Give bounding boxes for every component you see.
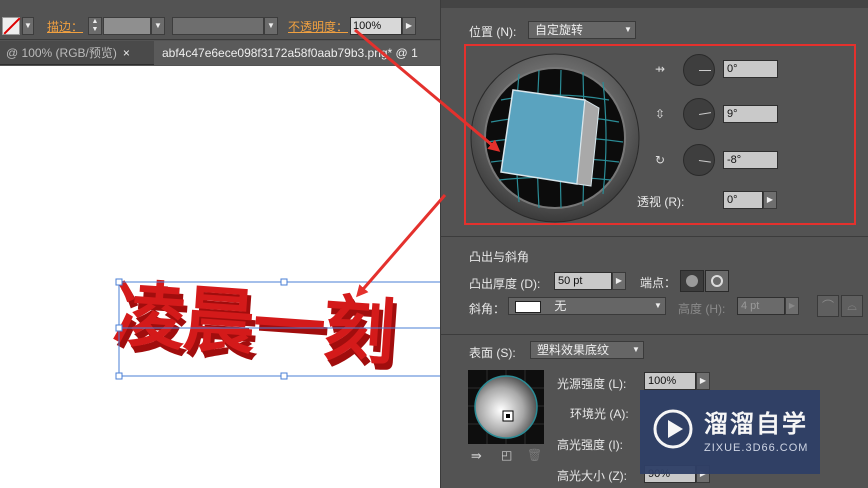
bevel-dropdown[interactable]: 无 ▼	[508, 297, 666, 315]
z-rotation-input[interactable]: -8°	[723, 151, 778, 169]
art-3d-text[interactable]: 凌晨一刻 凌晨一刻	[0, 66, 440, 488]
x-rotation-input[interactable]: 0°	[723, 60, 778, 78]
ambient-light-label: 环境光 (A):	[570, 407, 629, 421]
selection-handle	[115, 278, 123, 286]
selection-handle	[115, 372, 123, 380]
opacity-label[interactable]: 不透明度：	[288, 18, 348, 35]
selection-handle	[280, 372, 288, 380]
light-intensity-input[interactable]: 100%	[644, 372, 696, 390]
artboard-canvas[interactable]: 凌晨一刻 凌晨一刻	[0, 66, 440, 488]
stroke-weight-stepper[interactable]: ▲ ▼	[88, 17, 102, 35]
position-label: 位置 (N):	[469, 25, 517, 39]
profile-dropdown[interactable]: ▼	[264, 17, 278, 35]
tab-document-1[interactable]: @ 100% (RGB/预览) ×	[6, 41, 154, 65]
bevel-out-icon[interactable]: ⌒	[817, 295, 839, 317]
new-light-icon[interactable]: ◰	[501, 448, 512, 462]
cube-front-face	[500, 89, 586, 185]
stroke-weight-field[interactable]	[103, 17, 151, 35]
stroke-swatch[interactable]	[2, 17, 20, 35]
y-rotation-dial[interactable]	[683, 98, 715, 130]
cap-on-icon	[686, 275, 698, 287]
tab-document-2[interactable]: abf4c47e6ece098f3172a58f0aab79b3.png* @ …	[154, 41, 440, 65]
surface-dropdown[interactable]: 塑料效果底纹 ▼	[530, 341, 644, 359]
stroke-label[interactable]: 描边：	[47, 18, 83, 35]
control-bar: ▼ 描边： ▲ ▼ ▼ ▼ 不透明度： 100% ▶	[0, 0, 440, 40]
bevel-height-arrow-button[interactable]: ▶	[785, 297, 799, 315]
document-tab-bar: @ 100% (RGB/预览) × abf4c47e6ece098f3172a58…	[0, 41, 440, 65]
highlight-intensity-label: 高光强度 (I):	[557, 438, 623, 452]
cap-on-button[interactable]	[680, 270, 704, 292]
tab-label: abf4c47e6ece098f3172a58f0aab79b3.png* @ …	[162, 46, 418, 60]
trash-icon[interactable]: 🗑	[527, 448, 542, 462]
bevel-height-input[interactable]: 4 pt	[737, 297, 785, 315]
extrude-depth-label: 凸出厚度 (D):	[469, 277, 541, 291]
stroke-swatch-dropdown[interactable]: ▼	[22, 17, 34, 35]
perspective-label: 透视 (R):	[637, 195, 685, 209]
panel-title-strip	[441, 0, 868, 8]
surface-value: 塑料效果底纹	[537, 343, 610, 357]
bevel-preview	[515, 300, 541, 313]
z-rotation-dial[interactable]	[683, 144, 715, 176]
x-rotation-dial[interactable]	[683, 54, 715, 86]
lighting-sphere[interactable]	[468, 370, 544, 444]
perspective-input[interactable]: 0°	[723, 191, 763, 209]
watermark-title: 溜溜自学	[704, 411, 808, 438]
tab-label: @ 100% (RGB/预览)	[6, 46, 117, 60]
play-logo-icon	[653, 409, 693, 449]
bevel-height-label: 高度 (H):	[678, 302, 726, 316]
opacity-arrow-button[interactable]: ▶	[402, 17, 416, 35]
extrude-section-label: 凸出与斜角	[469, 250, 530, 264]
z-axis-rotate-icon: ↻	[654, 153, 666, 167]
light-intensity-label: 光源强度 (L):	[557, 377, 627, 391]
extrude-depth-arrow-button[interactable]: ▶	[612, 272, 626, 290]
selection-handle	[280, 278, 288, 286]
bevel-in-icon[interactable]: ⌓	[841, 295, 863, 317]
chevron-down-icon: ▼	[632, 345, 640, 354]
cap-label: 端点：	[640, 276, 677, 290]
y-rotation-input[interactable]: 9°	[723, 105, 778, 123]
close-icon[interactable]: ×	[123, 46, 130, 60]
position-value: 自定旋转	[535, 23, 584, 37]
y-axis-rotate-icon: ⇳	[654, 107, 666, 121]
rotation-track-cube[interactable]	[469, 52, 641, 224]
bevel-label: 斜角：	[469, 302, 506, 316]
cap-off-icon	[711, 275, 723, 287]
watermark-logo: 溜溜自学 ZIXUE.3D66.COM	[640, 390, 820, 474]
x-axis-rotate-icon: ⇸	[654, 62, 666, 76]
perspective-arrow-button[interactable]: ▶	[763, 191, 777, 209]
watermark-subtitle: ZIXUE.3D66.COM	[704, 442, 809, 454]
position-dropdown[interactable]: 自定旋转 ▼	[528, 21, 636, 39]
cap-off-button[interactable]	[705, 270, 729, 292]
highlight-size-label: 高光大小 (Z):	[557, 469, 627, 483]
extrude-depth-input[interactable]: 50 pt	[554, 272, 612, 290]
bevel-value: 无	[554, 299, 567, 313]
opacity-input[interactable]: 100%	[350, 17, 402, 35]
selection-handle	[115, 324, 123, 332]
variable-width-profile[interactable]	[172, 17, 264, 35]
surface-label: 表面 (S):	[469, 346, 516, 360]
chevron-down-icon: ▼	[654, 301, 662, 310]
light-intensity-arrow-button[interactable]: ▶	[696, 372, 710, 390]
move-light-back-icon[interactable]: ⇛	[471, 448, 482, 464]
chevron-down-icon: ▼	[624, 25, 632, 34]
stroke-weight-dropdown[interactable]: ▼	[151, 17, 165, 35]
